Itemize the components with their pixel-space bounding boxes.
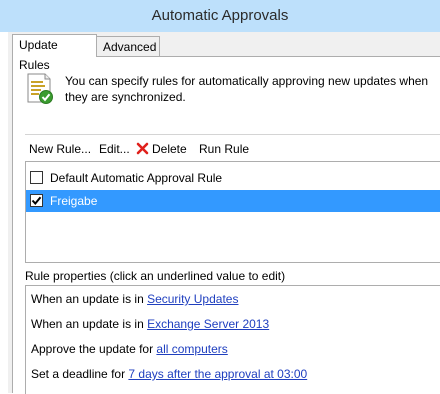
run-rule-button[interactable]: Run Rule	[199, 138, 249, 160]
property-line-product: When an update is in Exchange Server 201…	[31, 316, 269, 332]
window-body: Update Rules Advanced You can specify ru…	[8, 32, 440, 394]
computer-group-link[interactable]: all computers	[156, 342, 227, 356]
delete-label: Delete	[152, 142, 187, 156]
delete-button[interactable]: Delete	[136, 138, 187, 160]
window-title: Automatic Approvals	[151, 7, 289, 24]
rule-item-freigabe[interactable]: Freigabe	[26, 190, 440, 212]
property-line-computers: Approve the update for all computers	[31, 341, 228, 357]
info-text: You can specify rules for automatically …	[65, 74, 429, 104]
property-line-classification: When an update is in Security Updates	[31, 291, 238, 307]
property-text: Set a deadline for	[31, 367, 129, 381]
rule-checkbox-freigabe[interactable]	[30, 194, 43, 207]
tab-advanced[interactable]: Advanced	[96, 36, 160, 56]
property-text: When an update is in	[31, 317, 148, 331]
property-text: When an update is in	[31, 292, 148, 306]
rule-item-default[interactable]: Default Automatic Approval Rule	[26, 167, 440, 189]
product-link[interactable]: Exchange Server 2013	[147, 317, 269, 331]
property-line-deadline: Set a deadline for 7 days after the appr…	[31, 366, 307, 382]
rule-properties-title: Rule properties (click an underlined val…	[25, 269, 286, 283]
rule-label: Freigabe	[50, 194, 98, 208]
rule-list[interactable]: Default Automatic Approval Rule Freigabe	[25, 161, 440, 263]
update-rules-panel: You can specify rules for automatically …	[12, 56, 440, 394]
delete-icon	[136, 140, 149, 155]
title-bar[interactable]: Automatic Approvals	[0, 0, 440, 32]
classification-link[interactable]: Security Updates	[147, 292, 238, 306]
separator	[25, 134, 440, 135]
edit-button[interactable]: Edit...	[99, 138, 130, 160]
tab-update-rules[interactable]: Update Rules	[12, 34, 97, 72]
rule-checkbox-default[interactable]	[30, 171, 43, 184]
rules-document-icon	[25, 72, 55, 106]
rule-properties-box: When an update is in Security Updates Wh…	[25, 285, 440, 394]
property-text: Approve the update for	[31, 342, 157, 356]
new-rule-button[interactable]: New Rule...	[29, 138, 91, 160]
rule-label: Default Automatic Approval Rule	[50, 171, 223, 185]
deadline-link[interactable]: 7 days after the approval at 03:00	[128, 367, 307, 381]
